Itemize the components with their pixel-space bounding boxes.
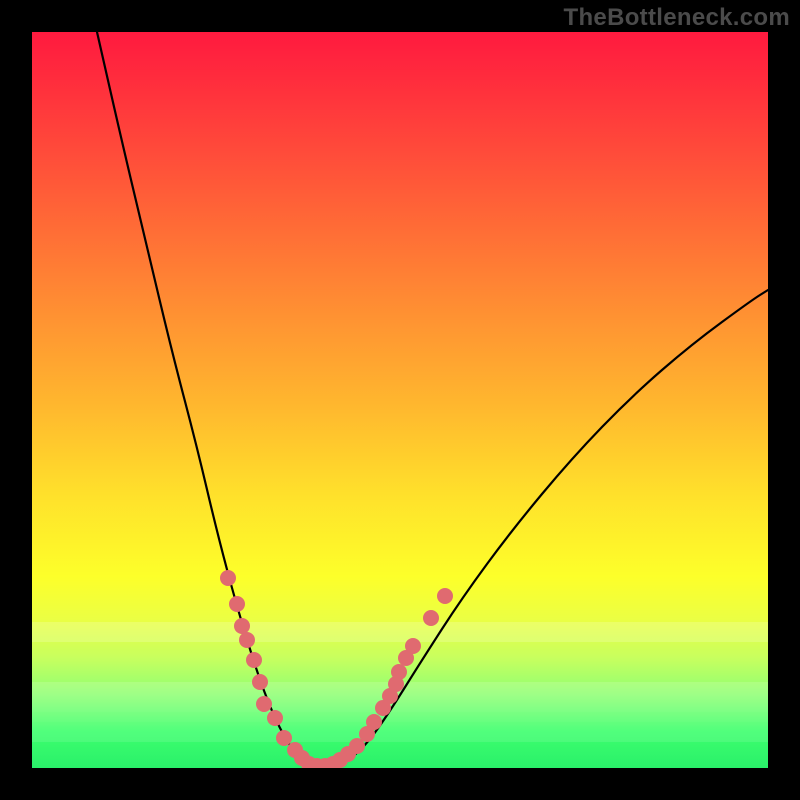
data-marker <box>246 652 262 668</box>
watermark-text: TheBottleneck.com <box>564 4 790 32</box>
data-marker <box>276 730 292 746</box>
data-marker <box>252 674 268 690</box>
data-marker <box>229 596 245 612</box>
data-marker <box>256 696 272 712</box>
chart-stage: TheBottleneck.com <box>0 0 800 800</box>
data-marker <box>405 638 421 654</box>
data-marker <box>423 610 439 626</box>
data-marker <box>267 710 283 726</box>
curve-layer <box>32 32 768 768</box>
data-marker <box>437 588 453 604</box>
data-marker <box>220 570 236 586</box>
data-marker <box>234 618 250 634</box>
bottleneck-curve <box>97 32 768 768</box>
bottleneck-curve-path <box>97 32 768 768</box>
data-marker <box>391 664 407 680</box>
data-marker <box>239 632 255 648</box>
data-marker <box>366 714 382 730</box>
data-markers <box>220 570 453 768</box>
plot-area <box>32 32 768 768</box>
